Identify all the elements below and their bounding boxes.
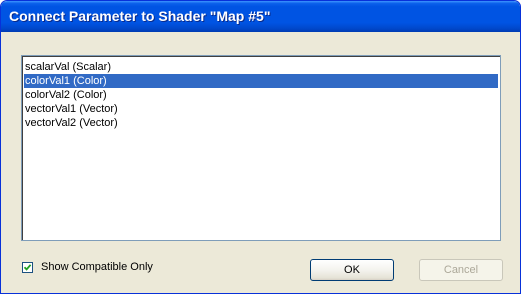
checkmark-icon — [23, 263, 32, 271]
parameter-listbox[interactable]: scalarVal (Scalar) colorVal1 (Color) col… — [21, 55, 501, 241]
show-compatible-label: Show Compatible Only — [41, 261, 153, 273]
show-compatible-checkbox[interactable] — [22, 261, 33, 273]
list-item-colorval1[interactable]: colorVal1 (Color) — [24, 74, 498, 88]
dialog-body: scalarVal (Scalar) colorVal1 (Color) col… — [4, 32, 517, 292]
list-item-vectorval2[interactable]: vectorVal2 (Vector) — [24, 116, 498, 130]
title-bar[interactable]: Connect Parameter to Shader "Map #5" — [1, 1, 520, 32]
list-item-scalarval[interactable]: scalarVal (Scalar) — [24, 60, 498, 74]
list-item-colorval2[interactable]: colorVal2 (Color) — [24, 88, 498, 102]
show-compatible-option[interactable]: Show Compatible Only — [22, 259, 153, 275]
cancel-button[interactable]: Cancel — [419, 259, 503, 281]
ok-button[interactable]: OK — [310, 259, 394, 281]
parameter-list: scalarVal (Scalar) colorVal1 (Color) col… — [24, 60, 498, 130]
list-item-vectorval1[interactable]: vectorVal1 (Vector) — [24, 102, 498, 116]
window-title: Connect Parameter to Shader "Map #5" — [9, 8, 271, 24]
connect-parameter-dialog: Connect Parameter to Shader "Map #5" sca… — [0, 0, 521, 294]
